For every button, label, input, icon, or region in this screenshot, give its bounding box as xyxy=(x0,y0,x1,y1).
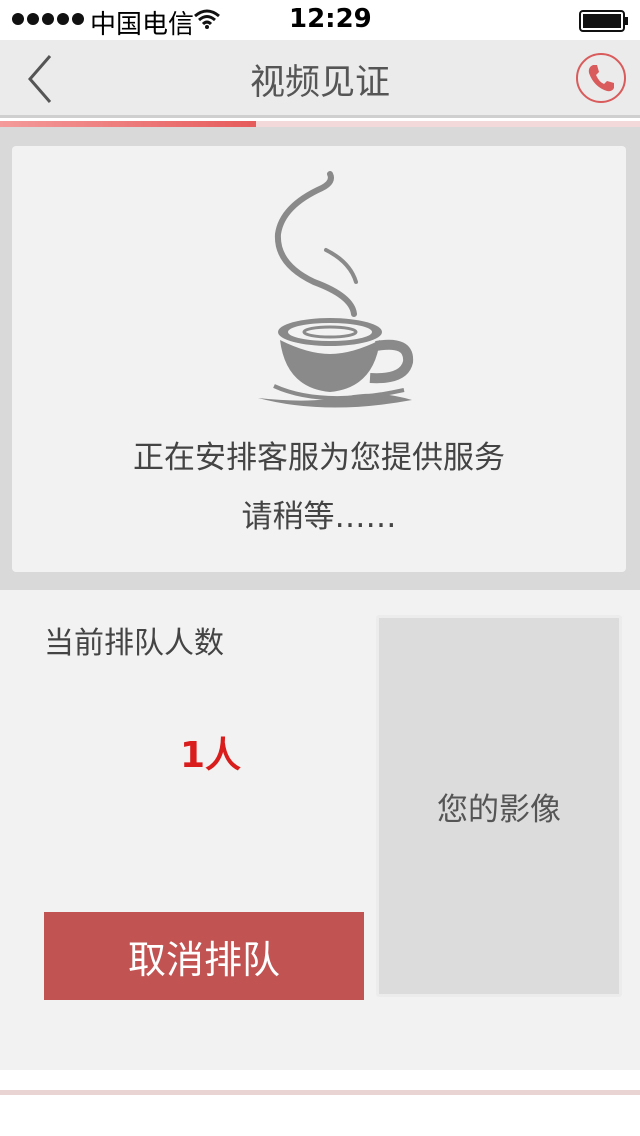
bottom-divider xyxy=(0,1090,640,1095)
waiting-sub-message: 请稍等…… xyxy=(241,499,397,535)
coffee-cup-icon xyxy=(258,171,414,408)
status-bar: 中国电信 12:29 xyxy=(0,0,640,40)
waiting-card: 正在安排客服为您提供服务 请稍等…… xyxy=(12,146,626,572)
call-button[interactable] xyxy=(576,53,626,103)
wifi-icon xyxy=(194,9,220,29)
page-title: 视频见证 xyxy=(249,63,390,103)
phone-icon xyxy=(588,65,614,92)
signal-strength-icon xyxy=(12,13,84,25)
self-video-preview: 您的影像 xyxy=(376,615,622,997)
carrier-name: 中国电信 xyxy=(90,10,195,40)
queue-count-value: 1人 xyxy=(180,735,242,776)
nav-bar: 视频见证 xyxy=(0,40,640,118)
status-time: 12:29 xyxy=(289,4,372,34)
queue-section: 当前排队人数 1人 取消排队 您的影像 xyxy=(0,590,640,1070)
queue-count-label: 当前排队人数 xyxy=(44,626,224,661)
self-video-label: 您的影像 xyxy=(437,791,561,828)
waiting-section: 正在安排客服为您提供服务 请稍等…… xyxy=(0,127,640,590)
battery-icon xyxy=(579,10,628,32)
waiting-message: 正在安排客服为您提供服务 xyxy=(133,440,505,476)
cancel-queue-button[interactable]: 取消排队 xyxy=(44,912,364,1000)
